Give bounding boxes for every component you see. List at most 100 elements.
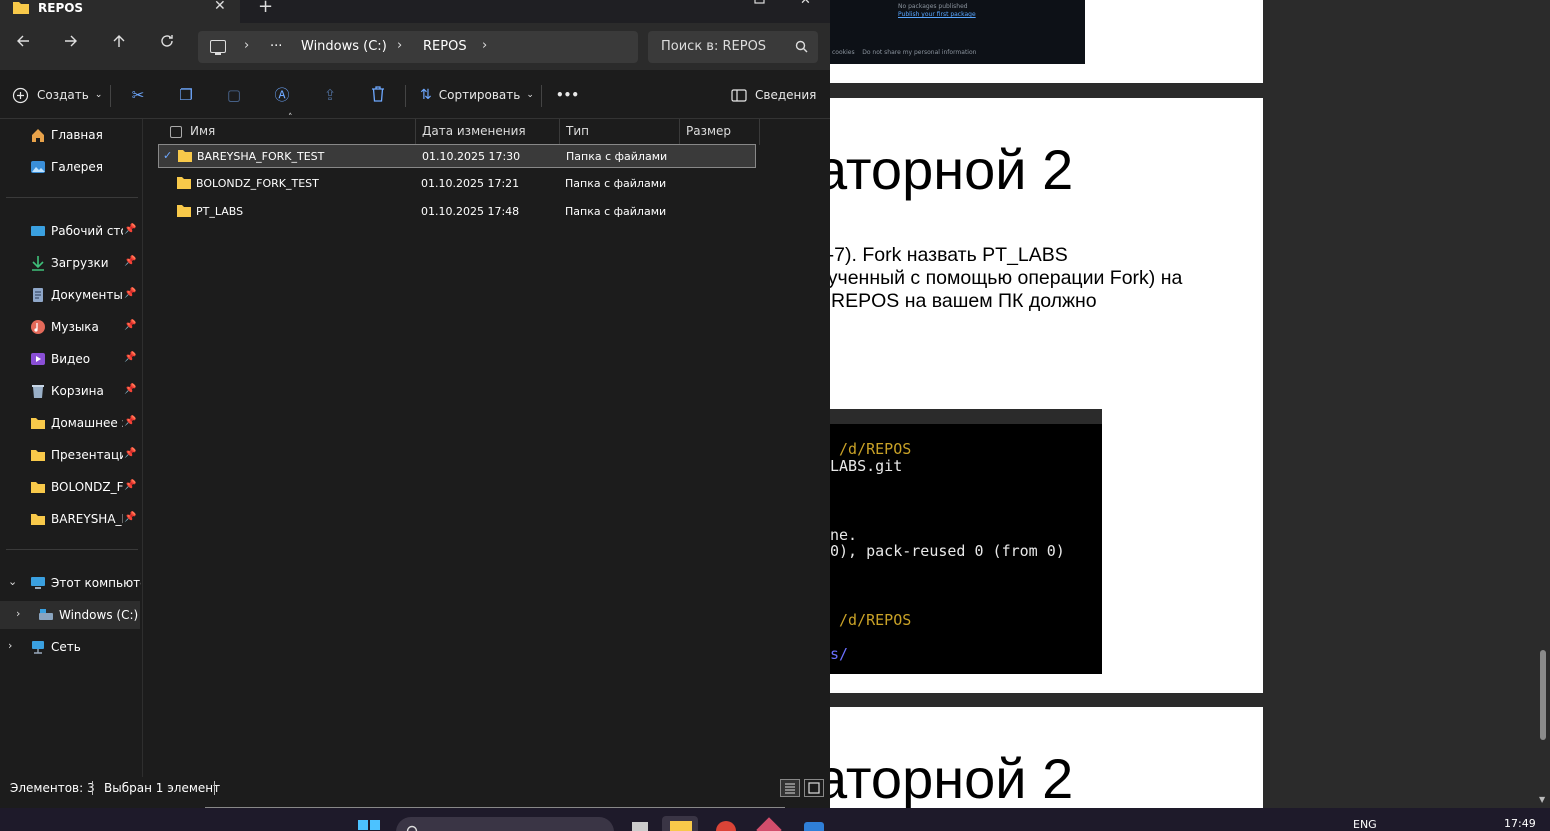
cut-button[interactable]: ✂ — [129, 86, 147, 104]
search-input[interactable]: Поиск в: REPOS — [648, 31, 818, 63]
column-header-size[interactable]: Размер — [680, 119, 760, 145]
pin-icon: 📌 — [124, 256, 137, 267]
pin-icon: 📌 — [124, 512, 137, 523]
tiles-view-button[interactable] — [804, 779, 824, 797]
clock[interactable]: 17:49 — [1504, 817, 1536, 830]
taskbar-app[interactable] — [622, 816, 658, 831]
refresh-button[interactable] — [157, 33, 177, 53]
pin-icon: 📌 — [124, 224, 137, 235]
forward-button[interactable] — [61, 33, 81, 53]
downloads-icon — [32, 256, 44, 271]
start-button[interactable] — [358, 820, 380, 831]
sidebar-item-video[interactable]: Видео 📌 — [0, 345, 140, 373]
select-all-checkbox[interactable] — [170, 126, 182, 138]
computer-icon — [31, 577, 45, 589]
file-date: 01.10.2025 17:48 — [421, 205, 520, 218]
folder-icon — [31, 482, 45, 493]
sidebar-item-desktop[interactable]: Рабочий стол 📌 — [0, 217, 140, 245]
sort-button[interactable]: ⇅ Сортировать ⌄ — [420, 83, 534, 107]
document-scrollbar[interactable]: ▼ — [1536, 0, 1550, 808]
sidebar-item-downloads[interactable]: Загрузки 📌 — [0, 249, 140, 277]
copy-button[interactable]: ❐ — [177, 86, 195, 104]
plus-circle-icon — [12, 87, 29, 103]
details-view-button[interactable] — [780, 779, 800, 797]
folder-icon — [13, 2, 29, 14]
file-row[interactable]: BOLONDZ_FORK_TEST 01.10.2025 17:21 Папка… — [158, 172, 756, 196]
more-options-button[interactable]: ••• — [556, 83, 579, 107]
sidebar-item-bareysha[interactable]: BAREYSHA_F( 📌 — [0, 505, 140, 533]
sidebar-item-network[interactable]: › Сеть — [0, 633, 140, 661]
file-type: Папка с файлами — [566, 150, 668, 163]
tab-repos[interactable]: REPOS ✕ — [0, 0, 240, 23]
breadcrumb-windows-c[interactable]: Windows (C:) — [301, 39, 387, 54]
language-indicator[interactable]: ENG — [1353, 818, 1377, 831]
close-window-button[interactable]: ✕ — [800, 0, 811, 8]
list-view-icon — [785, 783, 795, 794]
navigation-pane: Главная Галерея Рабочий стол 📌 Загрузки … — [0, 119, 143, 777]
chevron-right-icon[interactable]: › — [16, 607, 20, 620]
sidebar-item-music[interactable]: Музыка 📌 — [0, 313, 140, 341]
paragraph-line: олученный с помощью операции Fork) на — [830, 267, 1183, 289]
sidebar-item-bolondz[interactable]: BOLONDZ_FC 📌 — [0, 473, 140, 501]
create-button[interactable]: Создать ⌄ — [12, 83, 102, 107]
sidebar-item-gallery[interactable]: Галерея — [0, 153, 140, 181]
taskbar-chrome[interactable] — [708, 816, 744, 831]
sidebar-item-recycle-bin[interactable]: Корзина 📌 — [0, 377, 140, 405]
status-bar: Элементов: 3 Выбран 1 элемент — [0, 777, 830, 801]
address-bar[interactable]: › ··· Windows (C:) › REPOS › — [198, 31, 638, 63]
pin-icon: 📌 — [124, 448, 137, 459]
taskbar-app[interactable] — [752, 816, 788, 831]
sort-label: Сортировать — [438, 88, 521, 102]
file-row[interactable]: PT_LABS 01.10.2025 17:48 Папка с файлами — [158, 200, 756, 224]
sidebar-item-documents[interactable]: Документы 📌 — [0, 281, 140, 309]
column-header-type[interactable]: Тип — [560, 119, 680, 145]
terminal-line: LABS.git — [830, 457, 903, 475]
file-row[interactable]: ✓ BAREYSHA_FORK_TEST 01.10.2025 17:30 Па… — [158, 144, 756, 168]
details-button[interactable]: Сведения — [731, 83, 816, 107]
sidebar-item-label: BAREYSHA_F( — [51, 512, 123, 526]
rename-button[interactable]: Ⓐ — [273, 86, 291, 104]
up-button[interactable] — [109, 33, 129, 53]
terminal-line: /d/REPOS — [830, 611, 912, 629]
breadcrumb-repos[interactable]: REPOS — [423, 39, 467, 54]
document-viewer: No packages published Publish your first… — [830, 0, 1550, 808]
sidebar-item-home[interactable]: Главная — [0, 121, 140, 149]
maximize-icon — [754, 0, 765, 4]
sidebar-item-label: Музыка — [51, 320, 99, 334]
chevron-down-icon[interactable]: ⌄ — [8, 575, 17, 588]
search-icon — [795, 40, 808, 53]
scroll-down-icon[interactable]: ▼ — [1539, 796, 1547, 804]
column-header-name[interactable]: Имя ˄ — [184, 113, 416, 145]
taskbar-search[interactable] — [396, 817, 614, 831]
music-icon — [31, 320, 45, 334]
chevron-right-icon[interactable]: › — [8, 639, 12, 652]
share-button[interactable]: ⇪ — [321, 86, 339, 104]
sidebar-item-presentation[interactable]: Презентация 📌 — [0, 441, 140, 469]
maximize-button[interactable] — [754, 0, 766, 5]
taskbar-app[interactable] — [796, 816, 832, 831]
folder-icon — [31, 514, 45, 525]
arrow-left-icon — [17, 35, 29, 47]
sidebar-item-windows-c[interactable]: › Windows (C:) — [0, 601, 140, 629]
file-date: 01.10.2025 17:21 — [421, 177, 520, 190]
close-tab-button[interactable]: ✕ — [214, 0, 226, 14]
checkmark-icon[interactable]: ✓ — [163, 149, 172, 162]
column-header-date[interactable]: Дата изменения — [416, 119, 560, 145]
scissors-icon: ✂ — [131, 86, 145, 104]
breadcrumb-more[interactable]: ··· — [270, 39, 282, 54]
chrome-icon — [716, 821, 736, 831]
new-tab-button[interactable]: + — [258, 0, 273, 17]
folder-icon — [177, 205, 191, 217]
scrollbar-thumb[interactable] — [1540, 650, 1546, 740]
paste-button[interactable]: ▢ — [225, 86, 243, 104]
pin-icon: 📌 — [124, 416, 137, 427]
back-button[interactable] — [13, 33, 33, 53]
sidebar-item-homework[interactable]: Домашнее за 📌 — [0, 409, 140, 437]
sidebar-item-this-pc[interactable]: ⌄ Этот компьютер — [0, 569, 141, 597]
arrow-right-icon — [65, 35, 77, 47]
app-icon — [756, 817, 782, 831]
instruction-paragraph: . 6-7). Fork назвать PT_LABS олученный с… — [830, 244, 1182, 313]
delete-button[interactable] — [369, 86, 387, 104]
command-bar: Создать ⌄ ✂ ❐ ▢ Ⓐ ⇪ ⇅ Сортировать ⌄ ••• … — [0, 71, 830, 119]
taskbar-file-explorer[interactable] — [662, 816, 698, 831]
